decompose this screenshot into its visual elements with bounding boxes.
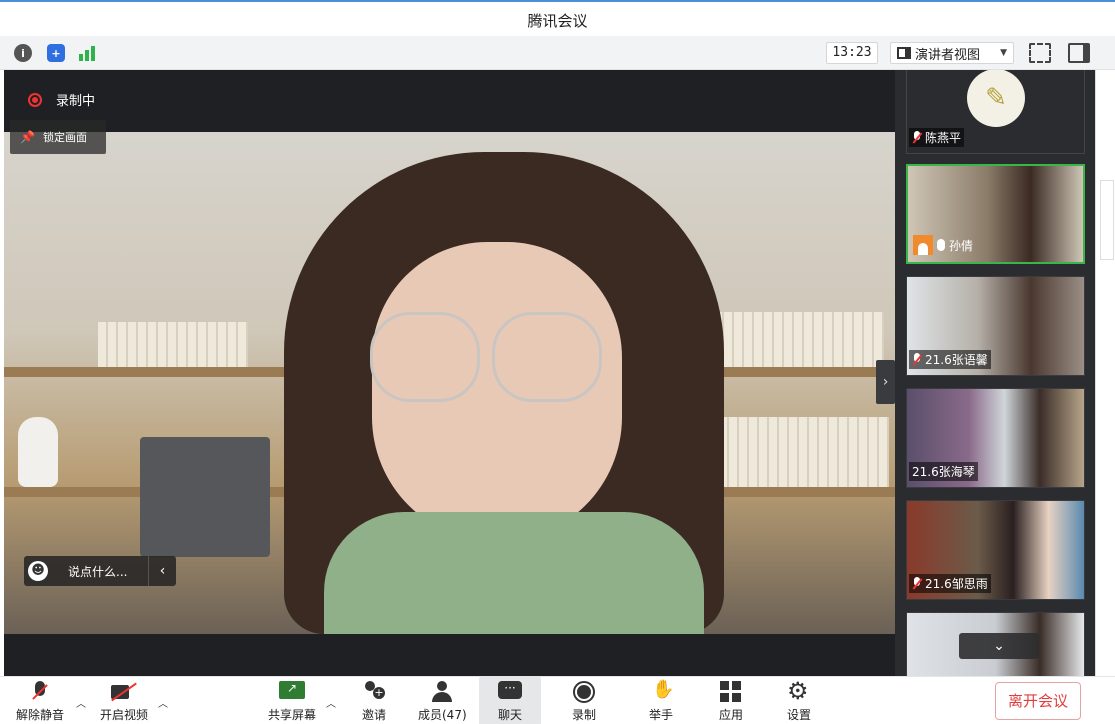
vase	[18, 417, 58, 487]
monitor	[140, 437, 270, 557]
window-title: 腾讯会议	[527, 12, 588, 30]
chat-input[interactable]: 说点什么...	[68, 563, 127, 580]
hand-icon	[648, 679, 674, 703]
speaker-person	[284, 152, 724, 634]
mic-muted-icon	[27, 681, 53, 703]
start-video-button[interactable]: 开启视频	[100, 681, 148, 724]
mic-muted-icon	[912, 130, 922, 145]
participant-name: 21.6邹思雨	[909, 574, 991, 593]
mic-muted-icon	[912, 352, 922, 367]
apps-button[interactable]: 应用	[718, 681, 744, 724]
participant-name: 21.6张语馨	[909, 350, 991, 369]
avatar: ✎	[967, 70, 1025, 127]
right-side-panel	[1095, 70, 1115, 676]
record-icon	[571, 681, 597, 703]
record-button[interactable]: 录制	[571, 681, 597, 724]
main-video-stage: 录制中 📌 锁定画面 ☻ 说点什么... ‹ ›	[4, 70, 895, 676]
participant-panel: ✎ 陈燕平 孙倩 21.6张语馨 21.6张海琴 21.6邹思雨 ⌄	[895, 70, 1095, 676]
title-bar: 腾讯会议	[0, 0, 1115, 36]
recording-indicator: 录制中	[28, 90, 95, 109]
expand-panel-arrow[interactable]: ›	[876, 360, 895, 404]
fullscreen-icon[interactable]	[1029, 43, 1051, 63]
members-icon	[429, 681, 455, 703]
participant-tile[interactable]: 21.6张海琴	[906, 388, 1085, 488]
video-options-caret[interactable]: ︿	[158, 695, 168, 710]
chat-icon	[497, 681, 523, 703]
mic-icon	[937, 239, 945, 251]
chevron-left-icon[interactable]: ‹	[148, 556, 176, 586]
participant-tile[interactable]: ✎ 陈燕平	[906, 70, 1085, 154]
share-screen-icon	[279, 681, 305, 703]
chat-button[interactable]: 聊天	[479, 677, 541, 724]
unmute-button[interactable]: 解除静音	[16, 681, 64, 724]
recording-label: 录制中	[56, 94, 96, 109]
settings-button[interactable]: 设置	[786, 677, 812, 724]
participant-name: 陈燕平	[909, 128, 965, 147]
lock-view-button[interactable]: 📌 锁定画面	[10, 120, 106, 154]
pin-icon: 📌	[20, 130, 35, 144]
host-icon	[913, 235, 933, 255]
leave-meeting-button[interactable]: 离开会议	[995, 682, 1081, 720]
speaker-view-icon	[897, 47, 911, 59]
collapse-list-button[interactable]: ⌄	[959, 633, 1039, 659]
sidebar-toggle-icon[interactable]	[1068, 43, 1090, 63]
top-toolbar: i + 13:23 演讲者视图 ▼	[0, 36, 1115, 70]
share-screen-button[interactable]: 共享屏幕	[268, 681, 316, 724]
meeting-window: 腾讯会议 i + 13:23 演讲者视图 ▼ 录制中 📌 锁定画面 ☻ 说点什么…	[0, 0, 1115, 724]
raise-hand-button[interactable]: 举手	[648, 679, 674, 724]
gear-icon	[786, 677, 812, 705]
share-options-caret[interactable]: ︿	[326, 695, 336, 710]
members-button[interactable]: 成员(47)	[418, 681, 467, 724]
participant-tile[interactable]: 孙倩	[906, 164, 1085, 264]
lock-view-label: 锁定画面	[42, 131, 87, 144]
emoji-icon[interactable]: ☻	[28, 561, 48, 581]
info-icon[interactable]: i	[14, 44, 32, 62]
view-mode-dropdown[interactable]: 演讲者视图 ▼	[890, 42, 1014, 64]
record-dot-icon	[28, 92, 42, 107]
audio-options-caret[interactable]: ︿	[76, 695, 86, 710]
quick-chat-bar[interactable]: ☻ 说点什么... ‹	[24, 556, 176, 586]
bottom-control-bar: 解除静音 ︿ 开启视频 ︿ 共享屏幕 ︿ 邀请 成员(47) 聊天 录制	[0, 676, 1115, 724]
participant-tile[interactable]: 21.6张语馨	[906, 276, 1085, 376]
shield-icon[interactable]: +	[47, 44, 65, 62]
invite-icon	[361, 681, 387, 703]
invite-button[interactable]: 邀请	[361, 681, 387, 724]
participant-tile[interactable]: 21.6邹思雨	[906, 500, 1085, 600]
meeting-clock: 13:23	[826, 42, 878, 64]
mic-muted-icon	[912, 576, 922, 591]
camera-off-icon	[111, 681, 137, 703]
participant-name: 孙倩	[910, 234, 976, 256]
apps-icon	[718, 681, 744, 703]
view-mode-label: 演讲者视图	[915, 47, 981, 63]
books	[98, 322, 248, 367]
signal-icon[interactable]	[78, 44, 96, 62]
chevron-down-icon: ▼	[1000, 48, 1007, 58]
participant-name: 21.6张海琴	[909, 462, 978, 481]
